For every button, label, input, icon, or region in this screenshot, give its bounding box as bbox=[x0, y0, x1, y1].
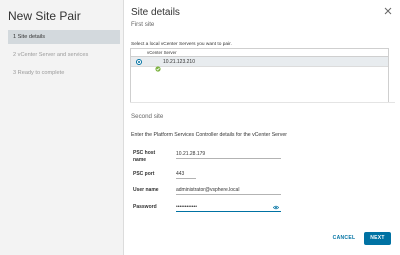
wizard-steps: 1 Site details 2 vCenter Server and serv… bbox=[8, 30, 120, 84]
page-title: Site details bbox=[131, 7, 180, 18]
cancel-button[interactable]: CANCEL bbox=[328, 232, 360, 245]
vcenter-icon bbox=[155, 59, 161, 72]
new-site-pair-wizard: New Site Pair 1 Site details 2 vCenter S… bbox=[0, 0, 400, 255]
vcenter-instruction: Select a local vCenter Servers you want … bbox=[131, 42, 232, 47]
step-site-details[interactable]: 1 Site details bbox=[8, 30, 120, 44]
password-value: •••••••••••• bbox=[176, 204, 198, 210]
main-panel: Site details First site Select a local v… bbox=[124, 0, 400, 255]
wizard-nav: New Site Pair 1 Site details 2 vCenter S… bbox=[0, 0, 124, 255]
vcenter-name: 10.21.123.210 bbox=[163, 59, 195, 65]
user-name-label: User name bbox=[133, 187, 159, 193]
filter-icon[interactable] bbox=[373, 50, 378, 63]
vcenter-grid: vCenter Server 10.21.123.210 bbox=[130, 48, 389, 103]
psc-port-label: PSC port bbox=[133, 171, 155, 177]
close-icon[interactable] bbox=[383, 6, 393, 16]
user-name-field[interactable]: administrator@vsphere.local bbox=[176, 186, 281, 195]
row-radio-button[interactable] bbox=[136, 59, 142, 65]
second-site-heading: Second site bbox=[131, 113, 164, 120]
first-site-heading: First site bbox=[131, 21, 155, 28]
show-password-icon[interactable] bbox=[272, 205, 280, 210]
step-ready-to-complete[interactable]: 3 Ready to complete bbox=[8, 66, 120, 80]
table-row[interactable]: 10.21.123.210 bbox=[131, 57, 388, 72]
column-vcenter-server: vCenter Server bbox=[147, 50, 177, 55]
grid-header: vCenter Server bbox=[131, 49, 388, 63]
section-divider bbox=[130, 102, 395, 103]
step-vcenter-server-and-services[interactable]: 2 vCenter Server and services bbox=[8, 48, 120, 62]
psc-port-field[interactable]: 443 bbox=[176, 170, 196, 179]
password-label: Password bbox=[133, 204, 157, 210]
psc-host-name-label: PSC host name bbox=[133, 150, 156, 163]
psc-instruction: Enter the Platform Services Controller d… bbox=[131, 132, 287, 138]
password-field[interactable]: •••••••••••• bbox=[176, 203, 281, 212]
next-button[interactable]: NEXT bbox=[364, 232, 391, 245]
wizard-title: New Site Pair bbox=[8, 9, 81, 23]
psc-host-name-field[interactable]: 10.21.28.179 bbox=[176, 150, 281, 159]
